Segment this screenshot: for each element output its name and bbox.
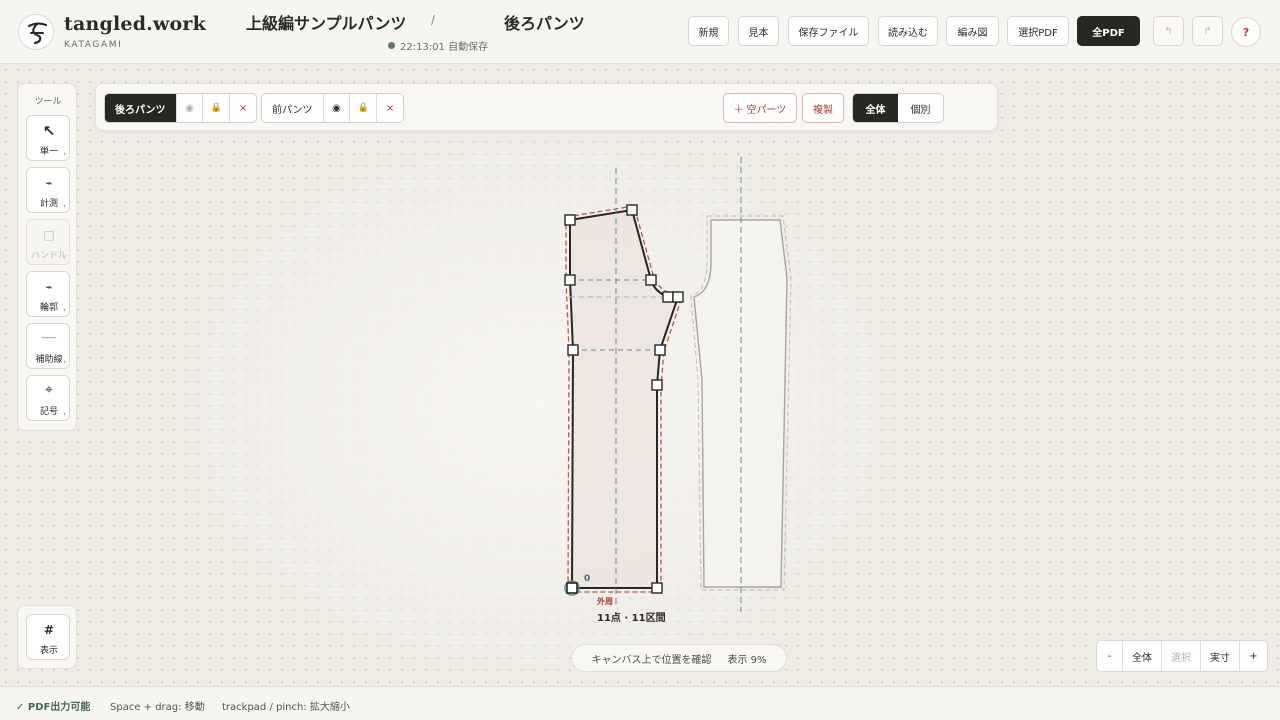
view-single-button[interactable]: 個別	[898, 94, 943, 122]
part-tab-front-pants[interactable]: 前パンツ ◉ 🔒 ×	[261, 93, 404, 123]
close-icon[interactable]: ×	[376, 94, 403, 122]
visibility-icon[interactable]: ◉	[175, 94, 203, 122]
status-hint: キャンバス上で位置を確認	[591, 654, 712, 666]
tool-caret-icon: ›	[63, 410, 66, 418]
outline-icon: ⌁	[45, 280, 53, 294]
zoom-hint: trackpad / pinch: 拡大縮小	[222, 702, 350, 713]
vertex-handle	[564, 214, 576, 226]
tool-caret-icon: ›	[63, 202, 66, 210]
pan-hint: Space + drag: 移動	[110, 702, 205, 713]
duplicate-part-button[interactable]: 複製	[802, 93, 844, 123]
zoom-actual-size-button[interactable]: 実寸	[1200, 641, 1239, 671]
status-pill: キャンバス上で位置を確認 表示 9%	[571, 644, 787, 672]
grid-hash-icon: #	[43, 623, 55, 637]
part-tab-name[interactable]: 後ろパンツ	[105, 94, 176, 122]
tool-panel: ツール ↖ 単一 › ⌁ 計測 › □ ハンドル › ⌁ 輪郭 › ------…	[17, 83, 77, 431]
vertex-handle	[651, 379, 663, 391]
dashed-line-icon: ------	[41, 334, 57, 342]
tool-measure[interactable]: ⌁ 計測 ›	[26, 167, 70, 213]
visibility-icon[interactable]: ◉	[322, 94, 350, 122]
origin-label: 0	[584, 574, 590, 584]
crosshair-icon: ⌖	[45, 382, 53, 398]
close-icon[interactable]: ×	[229, 94, 256, 122]
view-all-button[interactable]: 全体	[853, 94, 898, 122]
zoom-out-button[interactable]: -	[1097, 641, 1122, 671]
measure-icon: ⌁	[45, 176, 53, 190]
tool-caret-icon: ›	[63, 306, 66, 314]
vertex-handle	[662, 291, 674, 303]
status-footer: ✓ PDF出力可能 Space + drag: 移動 trackpad / pi…	[0, 686, 1280, 720]
part-tab-name[interactable]: 前パンツ	[262, 94, 323, 122]
display-panel: # 表示	[17, 605, 77, 669]
tool-single-select[interactable]: ↖ 単一 ›	[26, 115, 70, 161]
display-button[interactable]: # 表示	[26, 614, 70, 660]
add-empty-part-button[interactable]: ＋ 空パーツ	[723, 93, 797, 123]
zoom-readout: 表示 9%	[727, 654, 767, 666]
pdf-ready-status: ✓ PDF出力可能	[16, 702, 91, 713]
parts-toolbar: 後ろパンツ ◉ 🔒 × 前パンツ ◉ 🔒 × ＋ 空パーツ 複製 全体 個別	[95, 83, 998, 131]
tool-caret-icon: ›	[63, 358, 66, 366]
display-label: 表示	[39, 646, 58, 656]
tool-outline[interactable]: ⌁ 輪郭 ›	[26, 271, 70, 317]
zoom-fit-all-button[interactable]: 全体	[1122, 641, 1161, 671]
tool-guide-line[interactable]: ------ 補助線 ›	[26, 323, 70, 369]
zoom-selection-button[interactable]: 選択	[1161, 641, 1200, 671]
vertex-handle	[672, 291, 684, 303]
vertex-handle	[645, 274, 657, 286]
handle-square-icon: □	[43, 228, 55, 242]
tool-caret-icon: ›	[63, 254, 66, 262]
tool-panel-title: ツール	[34, 97, 62, 107]
vertex-handle	[654, 344, 666, 356]
point-count-label: 11点 · 11区間	[597, 611, 666, 624]
lock-icon[interactable]: 🔒	[202, 94, 229, 122]
view-mode-toggle: 全体 個別	[852, 93, 944, 123]
part-tab-back-pants[interactable]: 後ろパンツ ◉ 🔒 ×	[104, 93, 257, 123]
vertex-handle	[567, 344, 579, 356]
back-pants-fill	[570, 210, 678, 588]
vertex-handle	[651, 582, 663, 594]
lock-icon[interactable]: 🔒	[349, 94, 376, 122]
vertex-handle	[564, 274, 576, 286]
tool-handle[interactable]: □ ハンドル ›	[26, 219, 70, 265]
zoom-controls: - 全体 選択 実寸 +	[1096, 640, 1268, 672]
origin-vertex-handle	[566, 582, 578, 594]
outline-label: 外周	[597, 596, 613, 606]
arrow-select-icon: ↖	[42, 122, 56, 140]
tool-caret-icon: ›	[63, 150, 66, 158]
zoom-in-button[interactable]: +	[1239, 641, 1267, 671]
vertex-handle	[626, 204, 638, 216]
tool-symbol[interactable]: ⌖ 記号 ›	[26, 375, 70, 421]
